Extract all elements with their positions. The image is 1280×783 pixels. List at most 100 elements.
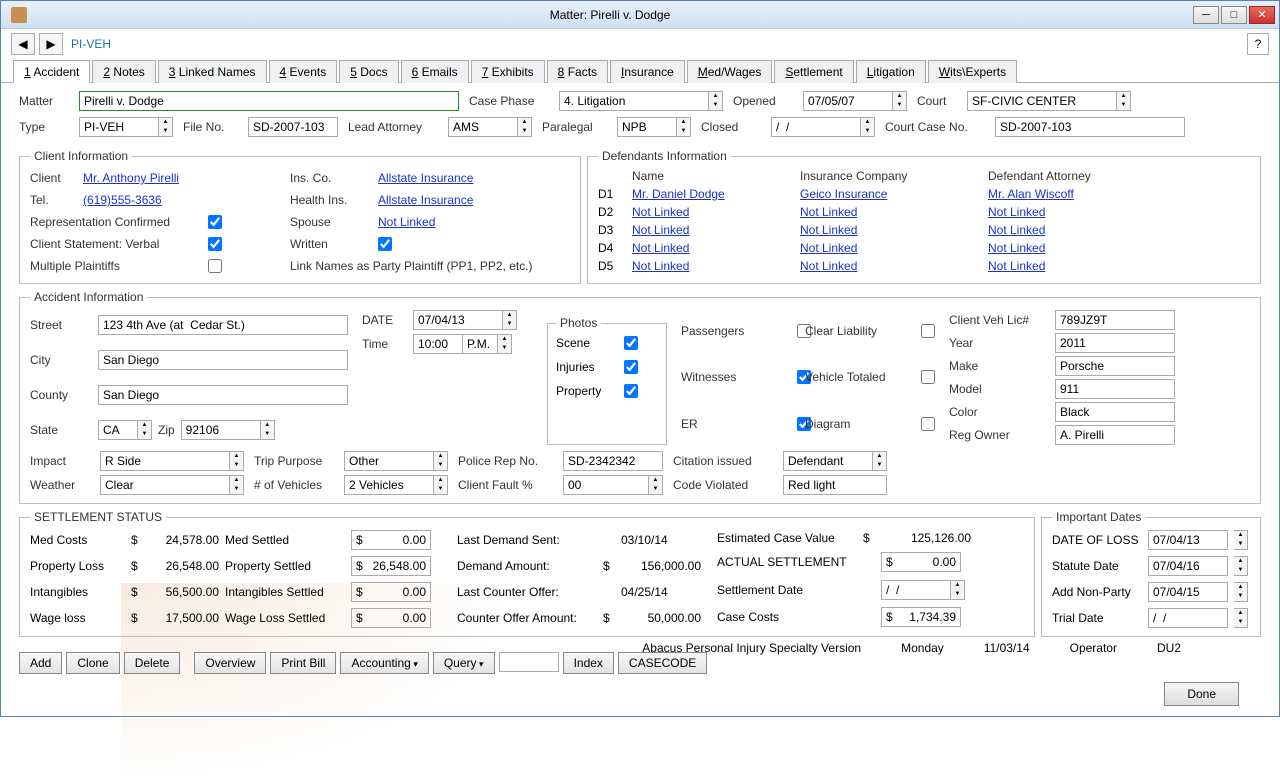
client-stmt-checkbox[interactable] (208, 237, 222, 251)
ampm-input[interactable] (463, 334, 498, 354)
vehicle-totaled-checkbox[interactable] (921, 370, 935, 384)
veh-color-input[interactable] (1055, 402, 1175, 422)
def-ins-link[interactable]: Geico Insurance (800, 187, 980, 201)
query-button[interactable]: Query (433, 652, 495, 674)
trial-spinner[interactable]: ▲▼ (1234, 608, 1248, 628)
date-spinner[interactable]: ▲▼ (503, 310, 517, 330)
def-atty-link[interactable]: Not Linked (988, 259, 1118, 273)
fault-input[interactable] (563, 475, 649, 495)
add-button[interactable]: Add (19, 652, 62, 674)
wage-settled-input[interactable]: $0.00 (351, 608, 431, 628)
trial-input[interactable] (1148, 608, 1228, 628)
def-name-link[interactable]: Not Linked (632, 241, 792, 255)
opened-spinner[interactable]: ▲▼ (893, 91, 907, 111)
clone-button[interactable]: Clone (66, 652, 119, 674)
statute-input[interactable] (1148, 556, 1228, 576)
impact-input[interactable] (100, 451, 230, 471)
lead-attorney-spinner[interactable]: ▲▼ (518, 117, 532, 137)
minimize-button[interactable]: ─ (1193, 6, 1219, 24)
veh-make-input[interactable] (1055, 356, 1175, 376)
court-spinner[interactable]: ▲▼ (1117, 91, 1131, 111)
tel-link[interactable]: (619)555-3636 (83, 193, 162, 207)
closed-input[interactable] (771, 117, 861, 137)
overview-button[interactable]: Overview (194, 652, 266, 674)
query-input[interactable] (499, 652, 559, 672)
trip-spinner[interactable]: ▲▼ (434, 451, 448, 471)
tab-exhibits[interactable]: 7 Exhibits (471, 60, 545, 83)
def-atty-link[interactable]: Not Linked (988, 223, 1118, 237)
court-case-no-input[interactable] (995, 117, 1185, 137)
def-name-link[interactable]: Not Linked (632, 223, 792, 237)
intangibles-settled-input[interactable]: $0.00 (351, 582, 431, 602)
trip-input[interactable] (344, 451, 434, 471)
written-checkbox[interactable] (378, 237, 392, 251)
dol-input[interactable] (1148, 530, 1228, 550)
def-ins-link[interactable]: Not Linked (800, 259, 980, 273)
paralegal-input[interactable] (617, 117, 677, 137)
property-settled-input[interactable]: $26,548.00 (351, 556, 431, 576)
zip-input[interactable] (181, 420, 261, 440)
def-ins-link[interactable]: Not Linked (800, 205, 980, 219)
type-input[interactable] (79, 117, 159, 137)
tab-wits-experts[interactable]: Wits\Experts (928, 60, 1017, 83)
veh-year-input[interactable] (1055, 333, 1175, 353)
tab-litigation[interactable]: Litigation (856, 60, 926, 83)
citation-input[interactable] (783, 451, 873, 471)
state-input[interactable] (98, 420, 138, 440)
tab-med-wages[interactable]: Med/Wages (687, 60, 773, 83)
tab-facts[interactable]: 8 Facts (547, 60, 608, 83)
court-input[interactable] (967, 91, 1117, 111)
index-button[interactable]: Index (563, 652, 614, 674)
police-input[interactable] (563, 451, 663, 471)
help-button[interactable]: ? (1247, 33, 1269, 55)
file-no-input[interactable] (248, 117, 338, 137)
def-ins-link[interactable]: Not Linked (800, 241, 980, 255)
statute-spinner[interactable]: ▲▼ (1234, 556, 1248, 576)
def-atty-link[interactable]: Not Linked (988, 205, 1118, 219)
def-name-link[interactable]: Mr. Daniel Dodge (632, 187, 792, 201)
nav-back-button[interactable]: ◀ (11, 33, 35, 55)
matter-input[interactable] (79, 91, 459, 111)
close-button[interactable]: ✕ (1249, 6, 1275, 24)
settle-date-spinner[interactable]: ▲▼ (951, 580, 965, 600)
date-input[interactable] (413, 310, 503, 330)
impact-spinner[interactable]: ▲▼ (230, 451, 244, 471)
ins-co-link[interactable]: Allstate Insurance (378, 171, 473, 185)
done-button[interactable]: Done (1164, 682, 1239, 706)
weather-spinner[interactable]: ▲▼ (230, 475, 244, 495)
def-atty-link[interactable]: Mr. Alan Wiscoff (988, 187, 1118, 201)
weather-input[interactable] (100, 475, 230, 495)
tab-events[interactable]: 4 Events (269, 60, 338, 83)
nonparty-spinner[interactable]: ▲▼ (1234, 582, 1248, 602)
veh-model-input[interactable] (1055, 379, 1175, 399)
city-input[interactable] (98, 350, 348, 370)
tab-settlement[interactable]: Settlement (774, 60, 853, 83)
print-bill-button[interactable]: Print Bill (270, 652, 336, 674)
accounting-button[interactable]: Accounting (340, 652, 428, 674)
opened-input[interactable] (803, 91, 893, 111)
def-name-link[interactable]: Not Linked (632, 259, 792, 273)
med-settled-input[interactable]: $0.00 (351, 530, 431, 550)
clear-liability-checkbox[interactable] (921, 324, 935, 338)
time-spinner[interactable]: ▲▼ (498, 334, 512, 354)
photo-injuries-checkbox[interactable] (624, 360, 638, 374)
tab-insurance[interactable]: Insurance (610, 60, 685, 83)
health-ins-link[interactable]: Allstate Insurance (378, 193, 473, 207)
rep-confirmed-checkbox[interactable] (208, 215, 222, 229)
vehicles-spinner[interactable]: ▲▼ (434, 475, 448, 495)
tab-notes[interactable]: 2 Notes (92, 60, 155, 83)
case-costs-input[interactable]: $1,734.39 (881, 607, 961, 627)
diagram-checkbox[interactable] (921, 417, 935, 431)
photo-property-checkbox[interactable] (624, 384, 638, 398)
veh-owner-input[interactable] (1055, 425, 1175, 445)
state-spinner[interactable]: ▲▼ (138, 420, 152, 440)
type-spinner[interactable]: ▲▼ (159, 117, 173, 137)
time-input[interactable] (413, 334, 463, 354)
delete-button[interactable]: Delete (124, 652, 181, 674)
code-input[interactable] (783, 475, 887, 495)
street-input[interactable] (98, 315, 348, 335)
settle-date-input[interactable] (881, 580, 951, 600)
zip-spinner[interactable]: ▲▼ (261, 420, 275, 440)
casecode-button[interactable]: CASECODE (618, 652, 707, 674)
veh-lic-input[interactable] (1055, 310, 1175, 330)
